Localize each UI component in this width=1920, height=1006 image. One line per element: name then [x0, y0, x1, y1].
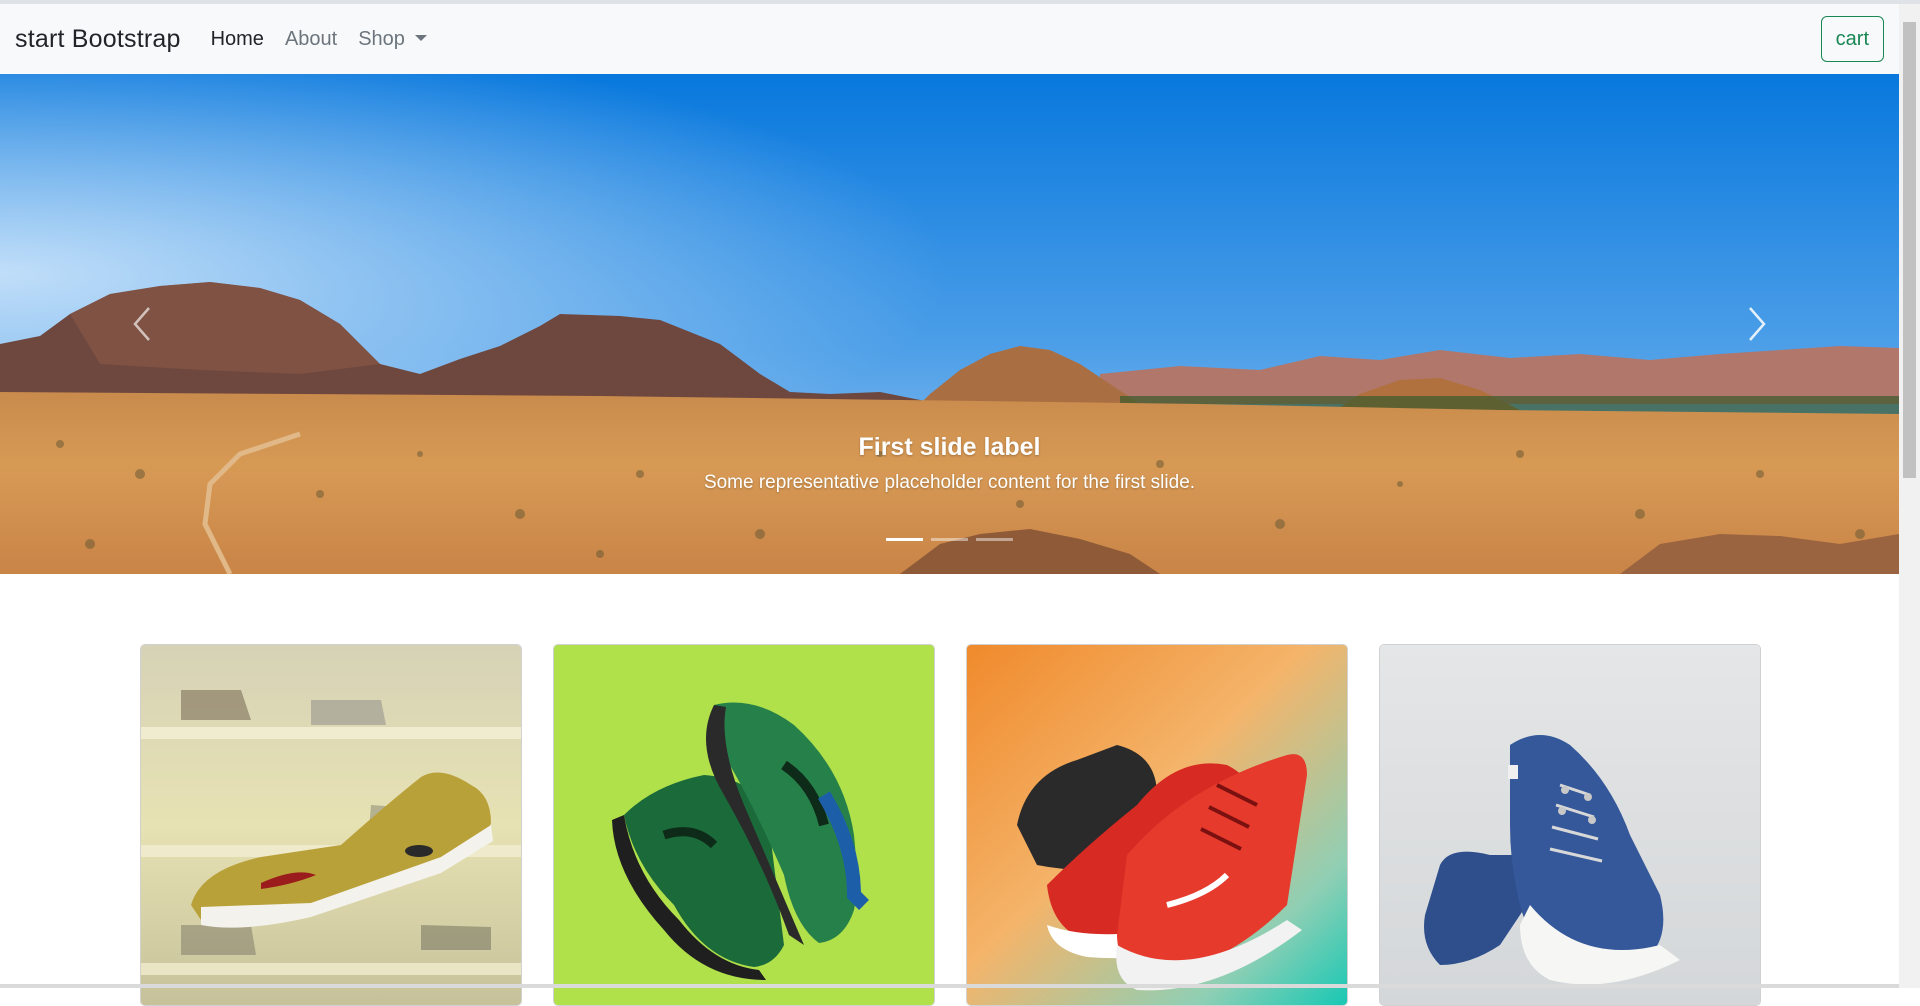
carousel-indicator-2[interactable]	[931, 538, 968, 541]
product-card[interactable]	[553, 644, 935, 1006]
product-image-olive-sneaker	[141, 645, 521, 1005]
navbar: start Bootstrap Home About Shop cart	[0, 4, 1899, 74]
product-image-blue-canvas-shoes	[1380, 645, 1760, 1005]
product-grid	[140, 644, 1761, 1006]
product-card[interactable]	[140, 644, 522, 1006]
bottom-border	[0, 984, 1899, 988]
chevron-right-icon	[1749, 307, 1766, 341]
nav-shop-label: Shop	[358, 27, 405, 50]
product-card[interactable]	[966, 644, 1348, 1006]
brand-link[interactable]: start Bootstrap	[15, 25, 181, 54]
caret-down-icon	[414, 34, 427, 41]
caption-title: First slide label	[858, 433, 1041, 461]
chevron-left-icon	[133, 307, 150, 341]
carousel-next-button[interactable]	[1737, 299, 1777, 349]
product-image-red-sneakers	[967, 645, 1347, 1005]
carousel-prev-button[interactable]	[122, 299, 162, 349]
carousel-indicator-3[interactable]	[976, 538, 1013, 541]
nav-links: Home About Shop	[211, 28, 448, 51]
caption-text: Some representative placeholder content …	[703, 472, 1196, 493]
page-scrollbar[interactable]	[1899, 4, 1920, 988]
product-image-green-running-shoes	[554, 645, 934, 1005]
nav-shop-dropdown[interactable]: Shop	[358, 28, 427, 51]
scrollbar-thumb[interactable]	[1903, 22, 1916, 478]
cart-button[interactable]: cart	[1820, 16, 1884, 62]
desert-slide-image	[0, 74, 1899, 574]
carousel-indicators	[886, 538, 1013, 541]
nav-home[interactable]: Home	[211, 28, 264, 51]
product-card[interactable]	[1379, 644, 1761, 1006]
nav-about[interactable]: About	[285, 28, 337, 51]
hero-carousel: First slide label Some representative pl…	[0, 74, 1899, 574]
carousel-caption: First slide label Some representative pl…	[0, 432, 1899, 494]
carousel-indicator-1[interactable]	[886, 538, 923, 541]
